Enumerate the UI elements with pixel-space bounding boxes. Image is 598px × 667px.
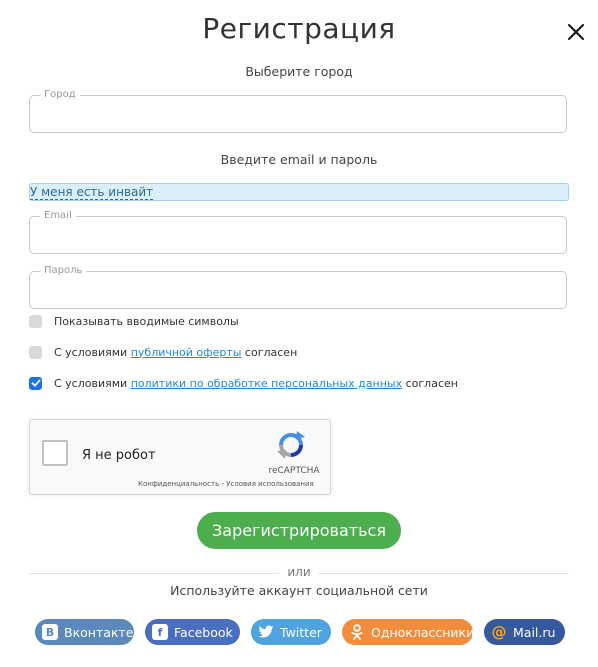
recaptcha-checkbox[interactable] <box>42 440 68 466</box>
vk-button[interactable]: В Вконтакте <box>35 619 134 645</box>
recaptcha-logo-icon <box>275 429 307 461</box>
recaptcha-widget: Я не робот reCAPTCHA Конфиденциальность … <box>29 419 331 495</box>
privacy-link[interactable]: политики по обработке персональных данны… <box>131 377 402 390</box>
register-button[interactable]: Зарегистрироваться <box>197 512 401 549</box>
facebook-button[interactable]: f Facebook <box>145 619 240 645</box>
privacy-checkbox[interactable] <box>29 376 42 390</box>
recaptcha-brand: reCAPTCHA <box>268 466 320 476</box>
odnoklassniki-label: Одноклассники <box>371 624 475 640</box>
page-title: Регистрация <box>202 12 396 45</box>
email-input[interactable] <box>30 217 566 253</box>
recaptcha-links[interactable]: Конфиденциальность - Условия использован… <box>138 480 314 488</box>
privacy-suffix: согласен <box>405 376 458 390</box>
odnoklassniki-button[interactable]: Одноклассники <box>342 619 475 645</box>
close-icon[interactable] <box>566 22 586 42</box>
invite-toggle[interactable]: У меня есть инвайт <box>29 183 569 201</box>
social-label: Используйте аккаунт социальной сети <box>170 583 428 598</box>
privacy-row: С условиями политики по обработке персон… <box>29 375 458 391</box>
show-chars-checkbox[interactable] <box>29 314 42 328</box>
invite-link[interactable]: У меня есть инвайт <box>30 185 154 200</box>
offer-row: С условиями публичной оферты согласен <box>29 344 297 360</box>
offer-checkbox[interactable] <box>29 345 42 359</box>
city-section-label: Выберите город <box>245 64 353 79</box>
mailru-button[interactable]: @ Mail.ru <box>484 619 565 645</box>
city-field[interactable]: Город <box>29 88 567 133</box>
offer-suffix: согласен <box>244 345 298 359</box>
password-field-legend: Пароль <box>40 264 87 278</box>
odnoklassniki-icon <box>349 624 365 640</box>
mailru-label: Mail.ru <box>513 624 556 640</box>
facebook-label: Facebook <box>174 624 233 640</box>
facebook-icon: f <box>152 624 168 640</box>
show-chars-row: Показывать вводимые символы <box>29 313 239 329</box>
password-input[interactable] <box>30 272 566 308</box>
city-field-legend: Город <box>40 88 80 102</box>
email-field-legend: Email <box>40 209 76 223</box>
privacy-prefix: С условиями <box>54 376 128 390</box>
show-chars-label: Показывать вводимые символы <box>54 314 239 328</box>
recaptcha-label: Я не робот <box>82 448 156 463</box>
offer-link[interactable]: публичной оферты <box>131 346 242 359</box>
vk-icon: В <box>42 624 58 640</box>
or-label: или <box>287 565 311 579</box>
email-password-section-label: Введите email и пароль <box>220 152 378 167</box>
twitter-button[interactable]: Twitter <box>251 619 331 645</box>
mailru-icon: @ <box>491 623 507 641</box>
vk-label: Вконтакте <box>64 624 134 640</box>
city-input[interactable] <box>30 96 566 132</box>
twitter-icon <box>258 624 274 640</box>
checkmark-icon <box>31 379 40 387</box>
email-field[interactable]: Email <box>29 209 567 254</box>
offer-prefix: С условиями <box>54 345 128 359</box>
twitter-label: Twitter <box>280 624 322 640</box>
password-field[interactable]: Пароль <box>29 264 567 309</box>
